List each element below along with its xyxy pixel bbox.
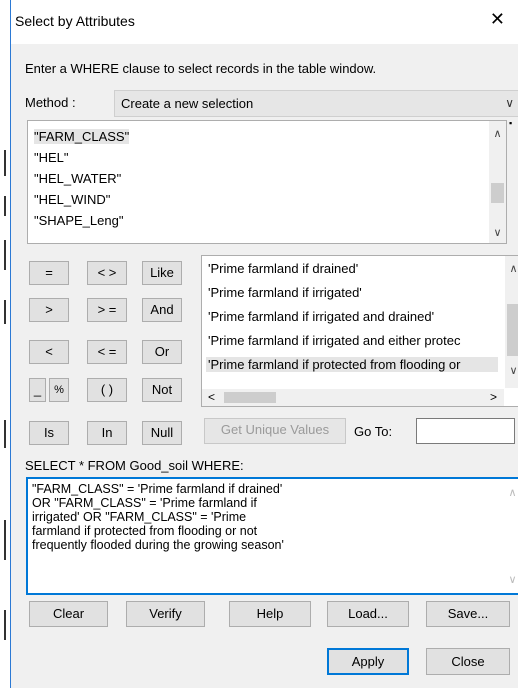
sql-scrollbar[interactable]: ∧ ∨	[504, 480, 518, 590]
goto-input[interactable]	[416, 418, 515, 444]
help-button[interactable]: Help	[229, 601, 311, 627]
sql-expression-text: "FARM_CLASS" = 'Prime farmland if draine…	[32, 482, 286, 552]
unique-value-item[interactable]: 'Prime farmland if drained'	[206, 261, 498, 276]
scroll-left-icon[interactable]: <	[208, 390, 215, 404]
scroll-thumb[interactable]	[491, 183, 504, 203]
parentheses-button[interactable]: ( )	[87, 378, 127, 402]
edge-mark	[4, 240, 6, 270]
goto-label: Go To:	[354, 424, 393, 439]
sql-expression-input[interactable]: "FARM_CLASS" = 'Prime farmland if draine…	[26, 477, 518, 595]
edge-mark	[4, 300, 6, 324]
values-horizontal-scrollbar[interactable]: < >	[202, 389, 504, 406]
scroll-up-icon[interactable]: ∧	[505, 262, 518, 275]
unique-value-item[interactable]: 'Prime farmland if irrigated and either …	[206, 333, 498, 348]
field-list-item[interactable]: "HEL"	[34, 150, 69, 165]
not-equal-button[interactable]: < >	[87, 261, 127, 285]
close-button[interactable]: Close	[426, 648, 510, 675]
select-clause-label: SELECT * FROM Good_soil WHERE:	[25, 458, 244, 473]
title-bar[interactable]: Select by Attributes ✕	[11, 0, 518, 44]
underscore-button[interactable]: _	[29, 378, 46, 402]
edge-mark	[4, 420, 6, 448]
apply-button[interactable]: Apply	[327, 648, 409, 675]
close-icon[interactable]: ✕	[490, 10, 505, 28]
scroll-up-icon[interactable]: ∧	[489, 127, 506, 140]
background-window-edge	[0, 0, 10, 688]
scroll-thumb[interactable]	[507, 304, 518, 356]
method-value: Create a new selection	[121, 96, 254, 111]
percent-button[interactable]: %	[49, 378, 69, 402]
field-list-item[interactable]: "HEL_WATER"	[34, 171, 121, 186]
greater-equal-button[interactable]: > =	[87, 298, 127, 322]
method-dropdown[interactable]: Create a new selection ∨	[114, 90, 518, 117]
values-vertical-scrollbar[interactable]: ∧ ∨	[505, 256, 518, 388]
save-button[interactable]: Save...	[426, 601, 510, 627]
field-list-item[interactable]: "FARM_CLASS"	[34, 129, 130, 144]
not-button[interactable]: Not	[142, 378, 182, 402]
clear-button[interactable]: Clear	[29, 601, 108, 627]
window-title: Select by Attributes	[15, 13, 135, 29]
select-by-attributes-dialog: Select by Attributes ✕ Enter a WHERE cla…	[10, 0, 518, 688]
scroll-up-icon[interactable]: ∧	[504, 486, 518, 499]
edge-mark	[4, 150, 6, 176]
load-button[interactable]: Load...	[327, 601, 409, 627]
unique-values-list[interactable]: 'Prime farmland if drained' 'Prime farmla…	[201, 255, 518, 407]
equals-button[interactable]: =	[29, 261, 69, 285]
get-unique-values-button[interactable]: Get Unique Values	[204, 418, 346, 444]
like-button[interactable]: Like	[142, 261, 182, 285]
field-list-item[interactable]: "SHAPE_Leng"	[34, 213, 123, 228]
unique-value-item[interactable]: 'Prime farmland if irrigated'	[206, 285, 498, 300]
null-button[interactable]: Null	[142, 421, 182, 445]
unique-value-item[interactable]: 'Prime farmland if irrigated and drained…	[206, 309, 498, 324]
scroll-down-icon[interactable]: ∨	[505, 364, 518, 377]
list-resize-handle[interactable]: ▪	[509, 118, 512, 128]
scroll-down-icon[interactable]: ∨	[489, 226, 506, 239]
horizontal-scroll-thumb[interactable]	[224, 392, 276, 403]
scroll-down-icon[interactable]: ∨	[504, 573, 518, 586]
edge-mark	[4, 520, 6, 560]
greater-button[interactable]: >	[29, 298, 69, 322]
edge-mark	[4, 610, 6, 640]
fields-list[interactable]: "FARM_CLASS" "HEL" "HEL_WATER" "HEL_WIND" "S…	[27, 120, 507, 244]
unique-value-item[interactable]: 'Prime farmland if protected from floodi…	[206, 357, 498, 372]
scroll-right-icon[interactable]: >	[490, 390, 497, 404]
or-button[interactable]: Or	[142, 340, 182, 364]
edge-mark	[4, 196, 6, 216]
verify-button[interactable]: Verify	[126, 601, 205, 627]
instructions-text: Enter a WHERE clause to select records i…	[25, 61, 377, 76]
less-button[interactable]: <	[29, 340, 69, 364]
fields-scrollbar[interactable]: ∧ ∨	[489, 121, 506, 243]
field-list-item[interactable]: "HEL_WIND"	[34, 192, 110, 207]
less-equal-button[interactable]: < =	[87, 340, 127, 364]
and-button[interactable]: And	[142, 298, 182, 322]
is-button[interactable]: Is	[29, 421, 69, 445]
method-label: Method :	[25, 95, 76, 110]
chevron-down-icon: ∨	[505, 96, 514, 110]
in-button[interactable]: In	[87, 421, 127, 445]
